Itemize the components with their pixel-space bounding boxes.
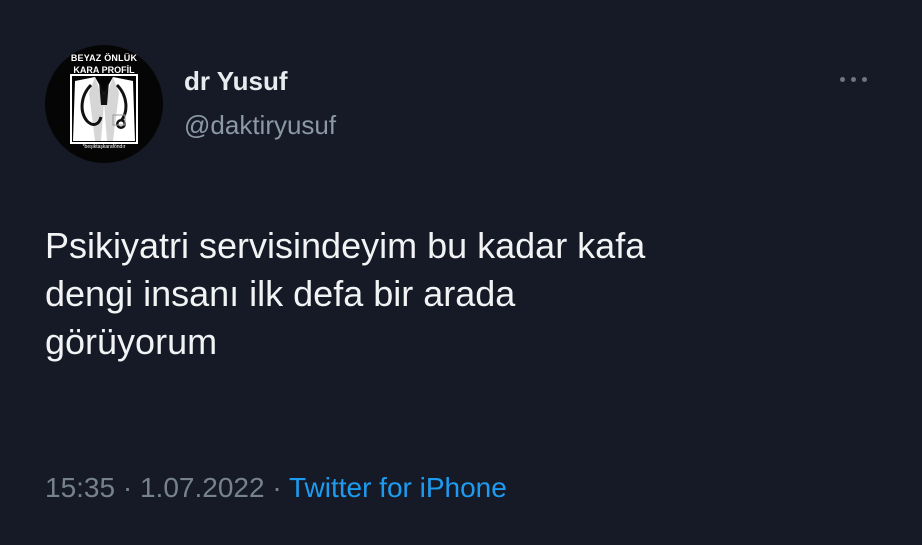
tweet-time[interactable]: 15:35 xyxy=(45,472,115,503)
more-dot xyxy=(851,77,856,82)
avatar-caption-bottom: *beşiktaşkaraföndır xyxy=(82,144,126,150)
meta-separator: · xyxy=(122,472,133,503)
tweet-text-line: görüyorum xyxy=(45,321,218,362)
more-options-button[interactable] xyxy=(836,66,876,92)
avatar-caption-top: BEYAZ ÖNLÜK xyxy=(70,53,138,63)
author-handle[interactable]: @daktiryusuf xyxy=(184,110,336,141)
avatar[interactable]: BEYAZ ÖNLÜK KARA PROFİL *beşiktaşkarafön… xyxy=(45,45,163,163)
author-display-name[interactable]: dr Yusuf xyxy=(184,66,288,97)
meta-separator: · xyxy=(272,472,282,503)
avatar-caption-mid: KARA PROFİL xyxy=(73,65,135,75)
tweet-date[interactable]: 1.07.2022 xyxy=(140,472,265,503)
more-dot xyxy=(840,77,845,82)
tweet-text-line: Psikiyatri servisindeyim bu kadar kafa xyxy=(45,225,646,266)
tweet-text: Psikiyatri servisindeyim bu kadar kafa d… xyxy=(45,222,885,366)
more-dot xyxy=(862,77,867,82)
tweet-meta: 15:35 · 1.07.2022 · Twitter for iPhone xyxy=(45,472,507,504)
tweet-card: BEYAZ ÖNLÜK KARA PROFİL *beşiktaşkarafön… xyxy=(0,0,922,545)
tweet-text-line: dengi insanı ilk defa bir arada xyxy=(45,273,516,314)
tweet-source-link[interactable]: Twitter for iPhone xyxy=(289,472,507,503)
